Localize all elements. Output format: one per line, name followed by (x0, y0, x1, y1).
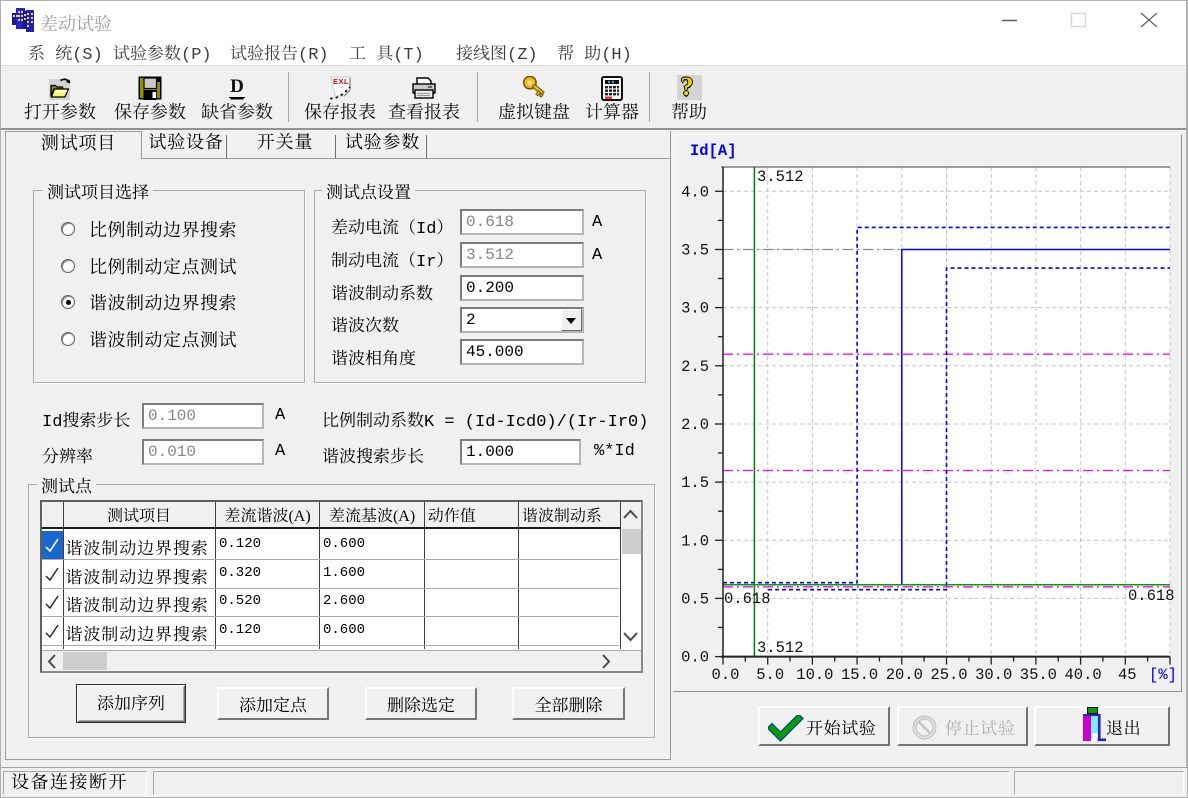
svg-text:0.5: 0.5 (681, 590, 709, 608)
svg-text:[%]: [%] (1149, 666, 1177, 684)
svg-text:20.0: 20.0 (886, 666, 923, 684)
svg-text:40.0: 40.0 (1064, 666, 1101, 684)
svg-text:3.5: 3.5 (681, 242, 709, 260)
svg-text:1.5: 1.5 (681, 474, 709, 492)
svg-text:EXL: EXL (333, 77, 349, 86)
svg-text:0.618: 0.618 (1128, 587, 1175, 605)
svg-text:5.0: 5.0 (756, 666, 784, 684)
svg-text:1.0: 1.0 (681, 532, 709, 550)
svg-text:45: 45 (1118, 666, 1137, 684)
svg-text:4.0: 4.0 (681, 183, 709, 201)
svg-text:10.0: 10.0 (796, 666, 833, 684)
svg-text:3.512: 3.512 (757, 639, 804, 657)
svg-text:0.618: 0.618 (724, 590, 771, 608)
svg-text:0.0: 0.0 (712, 666, 740, 684)
svg-text:15.0: 15.0 (841, 666, 878, 684)
svg-text:3.512: 3.512 (757, 168, 804, 186)
svg-text:2.0: 2.0 (681, 416, 709, 434)
svg-text:3.0: 3.0 (681, 300, 709, 318)
svg-text:25.0: 25.0 (930, 666, 967, 684)
svg-text:0.0: 0.0 (681, 649, 709, 667)
svg-text:2.5: 2.5 (681, 358, 709, 376)
svg-text:Id[A]: Id[A] (690, 142, 737, 160)
svg-text:30.0: 30.0 (975, 666, 1012, 684)
svg-text:35.0: 35.0 (1020, 666, 1057, 684)
